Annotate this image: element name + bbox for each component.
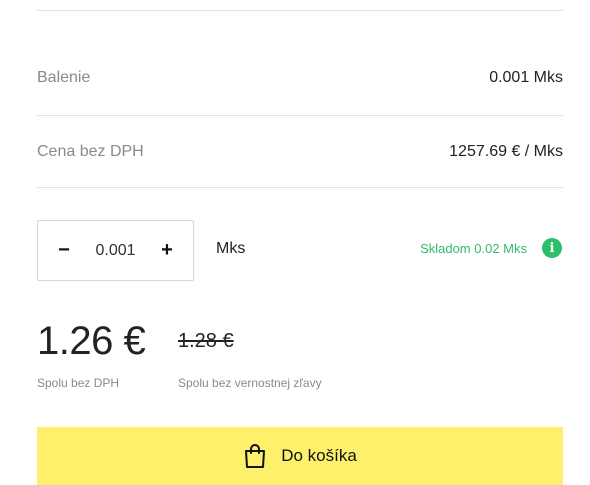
row-divider	[37, 187, 563, 188]
shopping-bag-icon	[243, 443, 267, 469]
info-icon[interactable]: i	[542, 238, 562, 258]
top-divider	[37, 10, 563, 11]
row-divider	[37, 115, 563, 116]
old-price-caption: Spolu bez vernostnej zľavy	[178, 376, 322, 390]
packaging-value: 0.001 Mks	[489, 69, 563, 86]
quantity-input[interactable]: 0.001	[76, 242, 155, 260]
quantity-stepper: − 0.001 +	[37, 220, 194, 281]
decrease-quantity-button[interactable]: −	[52, 239, 76, 263]
packaging-row: Balenie 0.001 Mks	[37, 63, 563, 93]
add-to-cart-button[interactable]: Do košíka	[37, 427, 563, 485]
increase-quantity-button[interactable]: +	[155, 239, 179, 263]
total-price: 1.26 €	[37, 319, 146, 363]
packaging-label: Balenie	[37, 69, 91, 86]
add-to-cart-label: Do košíka	[281, 446, 357, 465]
price-value: 1257.69 € / Mks	[449, 143, 563, 160]
stock-status: Skladom 0.02 Mks i	[420, 238, 562, 258]
price-label: Cena bez DPH	[37, 143, 144, 160]
quantity-unit: Mks	[216, 240, 246, 257]
stock-text: Skladom 0.02 Mks	[420, 240, 527, 256]
total-price-caption: Spolu bez DPH	[37, 376, 120, 390]
info-glyph: i	[549, 240, 555, 256]
price-row: Cena bez DPH 1257.69 € / Mks	[37, 137, 563, 167]
old-price: 1.28 €	[178, 330, 234, 352]
